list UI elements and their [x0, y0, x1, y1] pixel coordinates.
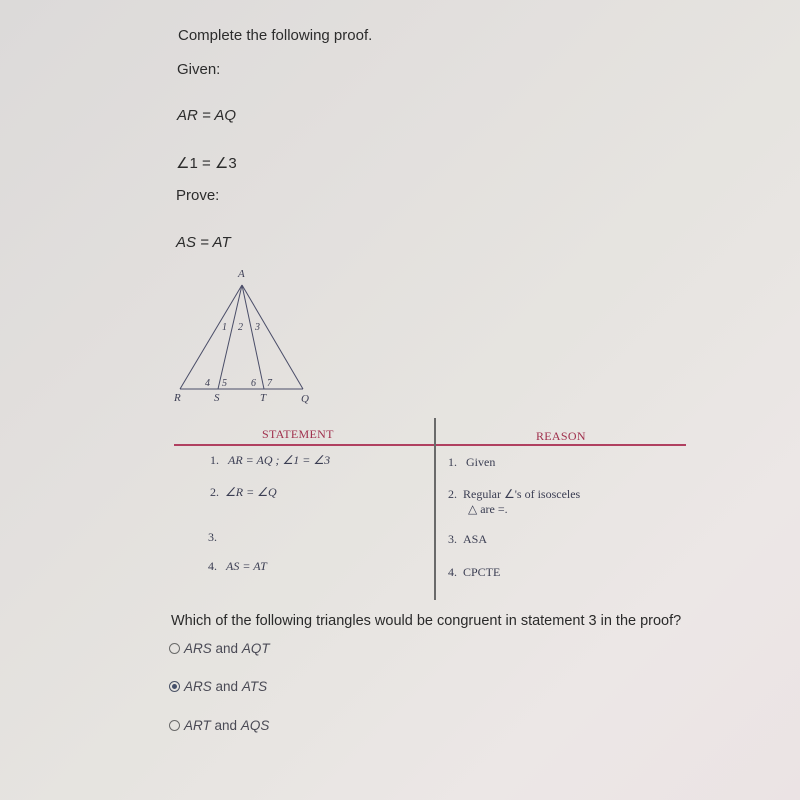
answer-option-1[interactable]: ARS and AQT	[169, 641, 270, 656]
prove-statement: AS = AT	[176, 234, 231, 251]
vertex-label-s: S	[214, 392, 220, 404]
instruction-title: Complete the following proof.	[178, 27, 373, 44]
radio-button-selected[interactable]	[169, 681, 180, 692]
statement-num: 4.	[208, 559, 217, 573]
given-statement-2: ∠1 = ∠3	[176, 155, 237, 172]
radio-button[interactable]	[169, 643, 180, 654]
vertex-label-t: T	[260, 392, 267, 404]
answer-option-2[interactable]: ARS and ATS	[169, 679, 267, 694]
prove-label: Prove:	[176, 187, 220, 204]
option-label: ARS and AQT	[184, 641, 270, 656]
statement-text: AR = AQ ; ∠1 = ∠3	[228, 453, 331, 467]
statement-text: ∠R = ∠Q	[225, 485, 277, 499]
segment-as	[217, 284, 243, 390]
reason-num: 2.	[448, 487, 457, 501]
reason-row-3: 3. ASA	[448, 532, 487, 547]
statement-row-3: 3.	[208, 530, 217, 545]
given-label: Given:	[177, 61, 221, 78]
side-ar	[179, 284, 243, 390]
reason-num: 4.	[448, 565, 457, 579]
reason-text: Given	[466, 455, 496, 469]
reason-text-line-2: △ are =.	[468, 502, 508, 516]
statement-num: 1.	[210, 453, 219, 467]
header-divider	[174, 444, 686, 446]
triangle-figure: A R S T Q 1 2 3 4 5 6 7	[160, 262, 330, 412]
reason-text: Regular ∠'s of isosceles	[463, 487, 581, 501]
reason-text: ASA	[463, 532, 488, 546]
radio-button[interactable]	[169, 720, 180, 731]
vertex-label-a: A	[237, 268, 245, 280]
angle-label-5: 5	[222, 378, 227, 389]
angle-label-7: 7	[267, 378, 273, 389]
option-label: ART and AQS	[184, 718, 270, 733]
reason-num: 1.	[448, 455, 457, 469]
angle-label-6: 6	[251, 378, 256, 389]
proof-table: STATEMENT REASON 1. AR = AQ ; ∠1 = ∠3 2.…	[174, 418, 686, 600]
answer-option-3[interactable]: ART and AQS	[169, 718, 269, 733]
reason-row-4: 4. CPCTE	[448, 565, 500, 580]
reason-row-2: 2. Regular ∠'s of isosceles △ are =.	[448, 487, 580, 517]
statement-row-1: 1. AR = AQ ; ∠1 = ∠3	[210, 453, 330, 468]
segment-at	[241, 284, 265, 390]
reason-text: CPCTE	[463, 565, 501, 579]
statement-text: AS = AT	[226, 559, 267, 573]
option-label: ARS and ATS	[184, 679, 268, 694]
vertex-label-r: R	[173, 392, 181, 404]
angle-label-1: 1	[222, 322, 227, 333]
column-divider	[434, 418, 436, 600]
side-aq	[241, 284, 304, 390]
reason-num: 3.	[448, 532, 457, 546]
question-text: Which of the following triangles would b…	[171, 613, 682, 629]
statement-header: STATEMENT	[262, 427, 334, 441]
reason-row-1: 1. Given	[448, 455, 495, 470]
given-statement-1: AR = AQ	[177, 107, 237, 124]
angle-label-2: 2	[238, 322, 243, 333]
angle-label-3: 3	[254, 322, 260, 333]
statement-row-4: 4. AS = AT	[208, 559, 267, 574]
statement-num: 3.	[208, 530, 217, 544]
triangle-diagram: A R S T Q 1 2 3 4 5 6 7	[173, 268, 309, 405]
reason-header: REASON	[536, 429, 586, 443]
angle-label-4: 4	[205, 378, 210, 389]
vertex-label-q: Q	[301, 393, 309, 405]
statement-row-2: 2. ∠R = ∠Q	[210, 485, 277, 500]
statement-num: 2.	[210, 485, 219, 499]
proof-question-page: Complete the following proof. Given: AR …	[0, 0, 800, 800]
